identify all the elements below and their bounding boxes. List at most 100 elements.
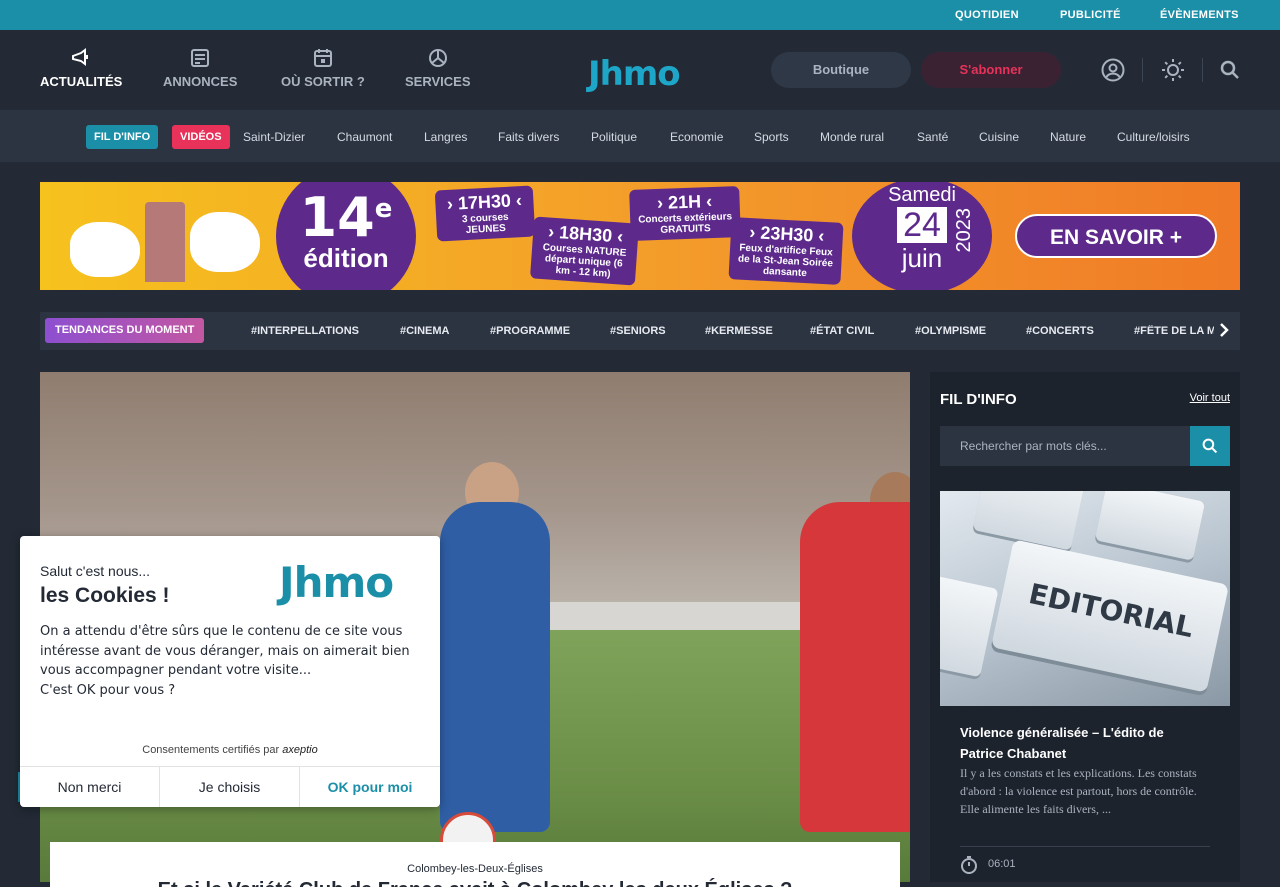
cow-illustration (190, 212, 260, 272)
category-saint-dizier[interactable]: Saint-Dizier (243, 130, 305, 144)
schedule-box-21h: › 21H ‹ Concerts extérieurs GRATUITS (629, 186, 741, 241)
cookie-certification: Consentements certifiés par axeptio (20, 744, 440, 756)
nav-services-label: SERVICES (405, 74, 471, 89)
editorial-key: EDITORIAL (990, 539, 1230, 693)
schedule-box-1730: › 17H30 ‹ 3 courses JEUNES (434, 185, 536, 242)
cookie-body-text: On a attendu d'être sûrs que le contenu … (40, 624, 410, 678)
listing-icon (191, 49, 210, 67)
edition-circle: 14e édition (276, 182, 416, 290)
nav-ou-sortir[interactable]: OÙ SORTIR ? (281, 48, 365, 89)
article-title[interactable]: Violence généralisée – L'édito de Patric… (960, 722, 1210, 764)
category-langres[interactable]: Langres (424, 130, 467, 144)
search-icon (1202, 438, 1218, 454)
keyword-search-input[interactable]: Rechercher par mots clés... (940, 426, 1190, 466)
trend-tag[interactable]: #SENIORS (610, 325, 666, 337)
category-sante[interactable]: Santé (917, 130, 948, 144)
trend-tag[interactable]: #OLYMPISME (915, 325, 986, 337)
hero-location: Colombey-les-Deux-Églises (407, 863, 543, 875)
link-evenements[interactable]: ÉVÈNEMENTS (1160, 9, 1239, 21)
box1-time: › 17H30 ‹ (446, 190, 523, 214)
certified-text: Consentements certifiés par (142, 744, 280, 756)
nav-annonces[interactable]: ANNONCES (163, 48, 237, 89)
nav-ou-sortir-label: OÙ SORTIR ? (281, 74, 365, 89)
link-publicite[interactable]: PUBLICITÉ (1060, 9, 1121, 21)
category-sports[interactable]: Sports (754, 130, 789, 144)
banner-cta-button[interactable]: EN SAVOIR + (1015, 214, 1217, 258)
category-culture-loisirs[interactable]: Culture/loisirs (1117, 130, 1190, 144)
theme-toggle-icon[interactable] (1161, 58, 1185, 82)
header-separator (1142, 58, 1143, 82)
search-button[interactable] (1190, 426, 1230, 466)
trend-tag[interactable]: #PROGRAMME (490, 325, 570, 337)
nav-actualites-label: ACTUALITÉS (40, 74, 123, 89)
link-quotidien[interactable]: QUOTIDIEN (955, 9, 1019, 21)
calendar-icon (313, 49, 332, 67)
category-nature[interactable]: Nature (1050, 130, 1086, 144)
account-icon[interactable] (1101, 58, 1125, 82)
see-all-link[interactable]: Voir tout (1190, 392, 1230, 404)
edition-number: 14 (299, 186, 375, 249)
axeptio-logo: axeptio (282, 744, 318, 756)
date-year: 2023 (953, 208, 975, 253)
castle-illustration (145, 202, 185, 282)
date-day: Samedi (888, 184, 956, 206)
trend-tag[interactable]: #KERMESSE (705, 325, 773, 337)
trend-tag[interactable]: #CINEMA (400, 325, 450, 337)
category-monde-rural[interactable]: Monde rural (820, 130, 884, 144)
trends-label: TENDANCES DU MOMENT (45, 318, 205, 343)
boutique-button[interactable]: Boutique (771, 52, 911, 88)
main-header: ACTUALITÉS ANNONCES OÙ SORTIR ? SERVICES… (0, 30, 1280, 110)
cookie-choose-button[interactable]: Je choisis (160, 766, 300, 807)
category-politique[interactable]: Politique (591, 130, 637, 144)
nav-services[interactable]: SERVICES (405, 48, 471, 89)
trend-tag[interactable]: #ÉTAT CIVIL (810, 325, 874, 337)
chevron-right-icon[interactable] (1218, 322, 1230, 338)
cookie-question: C'est OK pour vous ? (40, 682, 176, 698)
article-thumbnail[interactable]: EDITORIAL (940, 491, 1230, 706)
services-icon (428, 49, 447, 67)
cookie-consent-dialog: Salut c'est nous... les Cookies ! Jhmo O… (20, 536, 440, 807)
category-economie[interactable]: Economie (670, 130, 723, 144)
edition-suffix: e (374, 194, 393, 224)
megaphone-icon (72, 48, 89, 66)
search-icon[interactable] (1220, 60, 1240, 80)
article-divider (960, 846, 1210, 847)
cookie-refuse-button[interactable]: Non merci (20, 766, 160, 807)
subscribe-button[interactable]: S'abonner (921, 52, 1061, 88)
top-strip: QUOTIDIEN PUBLICITÉ ÉVÈNEMENTS (0, 0, 1280, 30)
category-chaumont[interactable]: Chaumont (337, 130, 392, 144)
cookie-accept-button[interactable]: OK pour moi (300, 766, 440, 807)
article-time: 06:01 (988, 858, 1016, 870)
videos-pill[interactable]: VIDÉOS (172, 125, 230, 149)
edition-word: édition (303, 243, 389, 273)
player-red-jersey (800, 502, 910, 832)
panel-title: FIL D'INFO (940, 391, 1017, 408)
header-separator (1202, 58, 1203, 82)
article-excerpt: Il y a les constats et les explications.… (960, 766, 1197, 816)
trend-tag[interactable]: #FÊTE DE LA M (1134, 325, 1214, 337)
stopwatch-icon (961, 856, 977, 874)
box3-text: Concerts extérieurs GRATUITS (638, 211, 733, 236)
category-bar: FIL D'INFO VIDÉOS Saint-Dizier Chaumont … (0, 110, 1280, 162)
hero-title[interactable]: Et si le Variété Club de France avait à … (50, 879, 900, 887)
cookie-greeting: Salut c'est nous... (40, 563, 151, 579)
nav-actualites[interactable]: ACTUALITÉS (40, 48, 122, 89)
site-logo[interactable]: Jhmo (588, 54, 681, 94)
event-date-circle: Samedi 24 juin 2023 (852, 182, 992, 290)
trend-tag[interactable]: #CONCERTS (1026, 325, 1094, 337)
date-number: 24 (897, 207, 947, 243)
cookie-body: On a attendu d'être sûrs que le contenu … (40, 622, 425, 700)
category-faits-divers[interactable]: Faits divers (498, 130, 559, 144)
keyboard-key (972, 491, 1088, 551)
cookie-title: les Cookies ! (40, 584, 170, 607)
event-banner-ad[interactable]: 14e édition › 17H30 ‹ 3 courses JEUNES ›… (40, 182, 1240, 290)
trend-tag[interactable]: #INTERPELLATIONS (251, 325, 359, 337)
category-cuisine[interactable]: Cuisine (979, 130, 1019, 144)
hero-caption[interactable]: Colombey-les-Deux-Églises Et si le Varié… (50, 842, 900, 887)
box2-text: Courses NATURE départ unique (6 km - 12 … (542, 242, 627, 280)
fil-info-pill[interactable]: FIL D'INFO (86, 125, 159, 149)
box1-text: 3 courses JEUNES (461, 211, 509, 237)
keyboard-key (940, 574, 999, 678)
schedule-box-2330: › 23H30 ‹ Feux d'artifice Feux de la St-… (728, 217, 844, 285)
schedule-box-1830: › 18H30 ‹ Courses NATURE départ unique (… (529, 216, 640, 286)
